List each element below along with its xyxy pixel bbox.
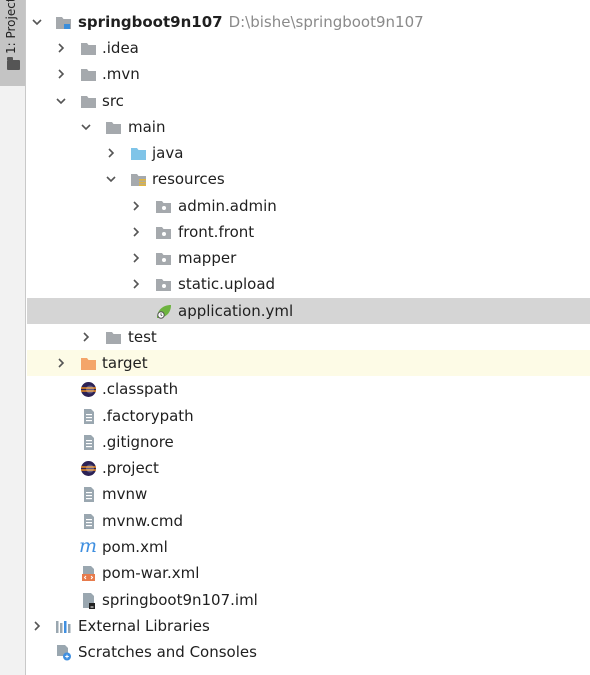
module-folder-icon (56, 17, 71, 29)
chevron-right-icon[interactable] (31, 620, 43, 632)
folder-icon (7, 57, 20, 70)
tree-row-test[interactable]: test (27, 324, 590, 350)
chevron-down-icon[interactable] (31, 16, 43, 28)
package-folder-icon (156, 201, 171, 213)
tree-row-front-front[interactable]: front.front (27, 219, 590, 245)
tree-row-pom-xml[interactable]: m pom.xml (27, 534, 590, 560)
scratches-icon (57, 645, 71, 661)
tree-item-label: External Libraries (78, 617, 210, 635)
chevron-right-icon[interactable] (55, 68, 67, 80)
tree-item-label: .factorypath (102, 407, 194, 425)
tree-row-mvnw-cmd[interactable]: mvnw.cmd (27, 508, 590, 534)
tree-row-scratches-consoles[interactable]: Scratches and Consoles (27, 639, 590, 665)
tree-item-label: pom.xml (102, 538, 168, 556)
library-icon (56, 621, 71, 633)
tree-item-label: mvnw.cmd (102, 512, 184, 530)
chevron-right-icon[interactable] (80, 331, 92, 343)
tree-item-label: .idea (102, 39, 139, 57)
tree-item-label: src (102, 92, 124, 110)
tree-row-mapper[interactable]: mapper (27, 245, 590, 271)
xml-file-icon (82, 566, 95, 581)
source-folder-icon (131, 148, 146, 160)
tree-row-admin-admin[interactable]: admin.admin (27, 193, 590, 219)
tree-row-idea[interactable]: .idea (27, 35, 590, 61)
folder-icon (106, 332, 121, 344)
module-file-icon (83, 593, 95, 609)
tree-row-pom-war-xml[interactable]: pom-war.xml (27, 560, 590, 586)
tree-row-resources[interactable]: resources (27, 166, 590, 192)
tree-item-label: .project (102, 459, 159, 477)
spring-leaf-icon (157, 305, 171, 319)
project-tab-label: 1: Project (4, 0, 18, 54)
tree-item-label: target (102, 354, 148, 372)
tree-item-label: application.yml (178, 302, 294, 320)
tree-row-classpath[interactable]: .classpath (27, 376, 590, 402)
tree-item-label: java (152, 144, 184, 162)
chevron-right-icon[interactable] (130, 226, 142, 238)
tree-row-gitignore[interactable]: .gitignore (27, 429, 590, 455)
project-tool-tab[interactable]: 1: Project (0, 0, 25, 86)
tree-row-mvnw[interactable]: mvnw (27, 481, 590, 507)
chevron-down-icon[interactable] (55, 95, 67, 107)
chevron-right-icon[interactable] (130, 200, 142, 212)
text-file-icon (84, 487, 94, 502)
text-file-icon (84, 435, 94, 450)
tree-item-label: static.upload (178, 275, 276, 293)
package-folder-icon (156, 227, 171, 239)
excluded-folder-icon (81, 358, 96, 370)
folder-icon (81, 69, 96, 81)
tree-row-project[interactable]: .project (27, 455, 590, 481)
chevron-down-icon[interactable] (80, 121, 92, 133)
tree-item-label: mvnw (102, 485, 148, 503)
tree-item-label: resources (152, 170, 225, 188)
tree-row-main[interactable]: main (27, 114, 590, 140)
tree-item-label: mapper (178, 249, 237, 267)
tree-item-label: test (128, 328, 157, 346)
chevron-down-icon[interactable] (105, 173, 117, 185)
tree-row-java[interactable]: java (27, 140, 590, 166)
chevron-right-icon[interactable] (130, 278, 142, 290)
tree-item-label: pom-war.xml (102, 564, 200, 582)
tree-item-label: admin.admin (178, 197, 277, 215)
folder-icon (106, 122, 121, 134)
tree-row-static-upload[interactable]: static.upload (27, 271, 590, 297)
tree-item-label: springboot9n107.iml (102, 591, 258, 609)
root-project-path: D:\bishe\springboot9n107 (228, 13, 424, 31)
tree-row-iml[interactable]: springboot9n107.iml (27, 587, 590, 613)
tree-item-label: .gitignore (102, 433, 174, 451)
tree-row-mvn[interactable]: .mvn (27, 61, 590, 87)
root-project-name: springboot9n107 D:\bishe\springboot9n107 (78, 13, 424, 31)
chevron-right-icon[interactable] (105, 147, 117, 159)
tree-item-label: Scratches and Consoles (78, 643, 257, 661)
tree-row-src[interactable]: src (27, 88, 590, 114)
tree-row-target[interactable]: target (27, 350, 590, 376)
tree-row-root[interactable]: springboot9n107 D:\bishe\springboot9n107 (27, 9, 590, 35)
text-file-icon (84, 514, 94, 529)
eclipse-icon (81, 461, 96, 476)
folder-icon (81, 96, 96, 108)
maven-icon: m (79, 535, 98, 557)
chevron-right-icon[interactable] (130, 252, 142, 264)
eclipse-icon (81, 382, 96, 397)
tree-row-factorypath[interactable]: .factorypath (27, 403, 590, 429)
tool-window-strip: 1: Project (0, 0, 26, 675)
chevron-right-icon[interactable] (55, 42, 67, 54)
package-folder-icon (156, 279, 171, 291)
resources-folder-icon (131, 174, 146, 186)
tree-item-label: .mvn (102, 65, 140, 83)
tree-item-label: main (128, 118, 166, 136)
tree-item-label: front.front (178, 223, 255, 241)
package-folder-icon (156, 253, 171, 265)
chevron-right-icon[interactable] (55, 357, 67, 369)
tree-item-label: .classpath (102, 380, 179, 398)
tree-row-application-yml[interactable]: application.yml (27, 298, 590, 324)
folder-icon (81, 43, 96, 55)
tree-row-external-libraries[interactable]: External Libraries (27, 613, 590, 639)
text-file-icon (84, 409, 94, 424)
